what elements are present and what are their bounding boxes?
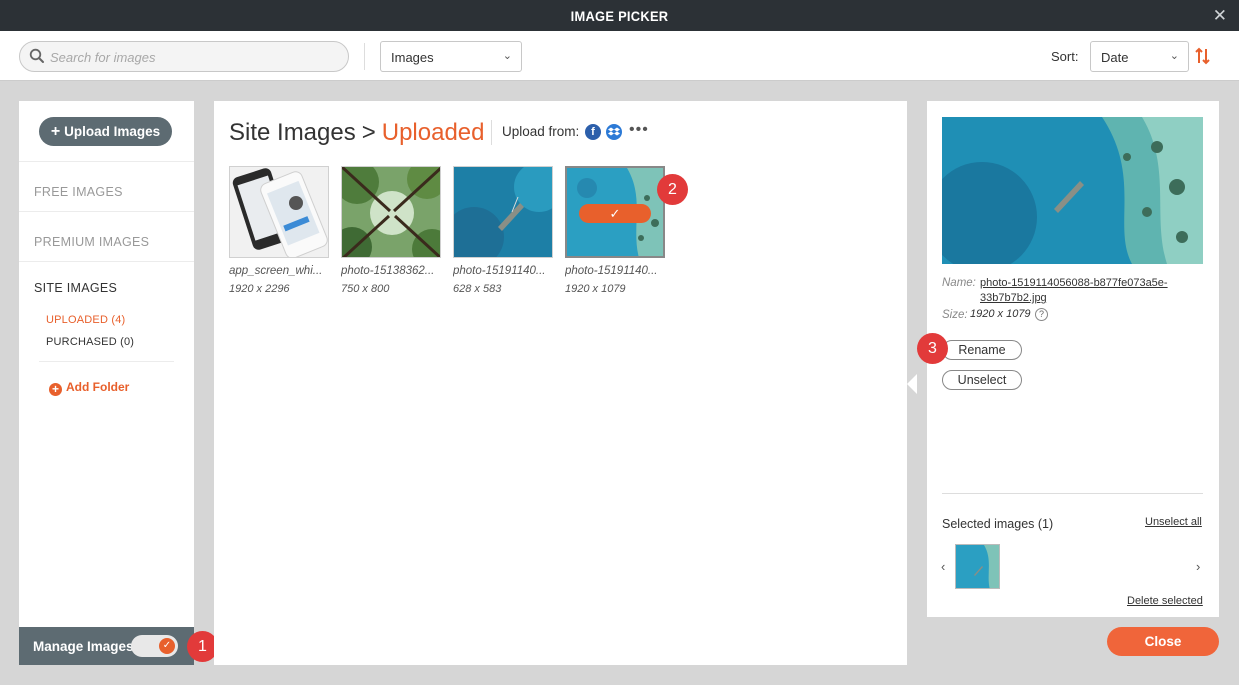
image-name: app_screen_whi... <box>229 265 323 277</box>
close-icon[interactable]: ✕ <box>1213 6 1227 26</box>
image-filename-line-2[interactable]: 33b7b7b2.jpg <box>980 291 1047 306</box>
divider <box>942 493 1203 494</box>
app-screen-image <box>230 167 328 257</box>
category-site-images[interactable]: SITE IMAGES <box>34 281 117 295</box>
folder-sidebar: + Upload Images FREE IMAGES PREMIUM IMAGE… <box>19 101 194 665</box>
chevron-right-icon[interactable]: › <box>1196 559 1200 574</box>
close-button[interactable]: Close <box>1107 627 1219 656</box>
help-icon[interactable]: ? <box>1035 308 1048 321</box>
breadcrumb: Site Images > Uploaded <box>229 119 485 147</box>
unselect-button[interactable]: Unselect <box>942 370 1022 390</box>
check-icon: ✓ <box>159 638 175 654</box>
selected-images-title: Selected images (1) <box>942 517 1054 531</box>
step-badge: 3 <box>917 333 948 364</box>
image-thumbnail-selected[interactable]: ✓ <box>565 166 665 258</box>
category-premium-images[interactable]: PREMIUM IMAGES <box>34 235 149 249</box>
search-icon <box>29 48 44 63</box>
image-thumbnail[interactable] <box>229 166 329 258</box>
image-filename-line-1[interactable]: photo-1519114056088-b877fe073a5e- <box>980 276 1168 291</box>
size-key: Size: <box>942 309 968 321</box>
image-dimensions: 1920 x 1079 <box>565 283 626 295</box>
image-type-value: Images <box>391 50 434 65</box>
image-dimensions: 1920 x 2296 <box>229 283 290 295</box>
image-dimensions: 750 x 800 <box>341 283 390 295</box>
breadcrumb-separator: > <box>361 119 376 146</box>
image-thumbnail[interactable] <box>453 166 553 258</box>
image-name: photo-15191140... <box>565 265 658 277</box>
aerial-reef-preview <box>942 117 1203 264</box>
window-title: IMAGE PICKER <box>570 8 669 24</box>
image-thumbnail[interactable] <box>341 166 441 258</box>
chevron-left-icon[interactable]: ‹ <box>941 559 945 574</box>
upload-images-button[interactable]: + Upload Images <box>39 117 172 146</box>
toolbar: Images ⌄ Sort: Date ⌄ <box>0 31 1239 81</box>
more-options-icon[interactable]: ••• <box>629 121 649 139</box>
dropbox-glyph <box>608 127 620 136</box>
folder-purchased[interactable]: PURCHASED (0) <box>46 336 134 348</box>
selected-check-icon: ✓ <box>579 204 651 223</box>
image-preview <box>942 117 1203 264</box>
image-size: 1920 x 1079 <box>970 308 1031 320</box>
divider <box>491 120 492 145</box>
unselect-all-link[interactable]: Unselect all <box>1145 516 1202 528</box>
selected-image-thumbnail[interactable] <box>955 544 1000 589</box>
breadcrumb-parent[interactable]: Site Images <box>229 119 356 146</box>
sort-select[interactable]: Date ⌄ <box>1090 41 1189 72</box>
chevron-down-icon: ⌄ <box>502 50 512 62</box>
divider <box>39 361 174 362</box>
sort-value: Date <box>1101 50 1129 65</box>
forest-canopy-image <box>342 167 440 257</box>
manage-images-bar: Manage Images ✓ <box>19 627 194 665</box>
search-input[interactable] <box>50 48 340 66</box>
image-type-select[interactable]: Images ⌄ <box>380 41 522 72</box>
plus-circle-icon: + <box>49 383 62 396</box>
plus-icon: + <box>50 123 61 140</box>
add-folder-label: Add Folder <box>66 380 130 394</box>
breadcrumb-current: Uploaded <box>381 119 485 146</box>
shipwreck-image <box>454 167 552 257</box>
aerial-reef-mini <box>956 545 999 588</box>
divider <box>19 161 194 162</box>
image-library-panel: Site Images > Uploaded Upload from: f ••• … <box>214 101 907 665</box>
upload-from-label: Upload from: <box>502 124 580 139</box>
step-badge: 2 <box>657 174 688 205</box>
sort-direction-icon[interactable] <box>1194 46 1212 66</box>
name-key: Name: <box>942 277 976 289</box>
image-name: photo-15191140... <box>453 265 546 277</box>
facebook-icon[interactable]: f <box>585 124 601 140</box>
title-bar: IMAGE PICKER ✕ <box>0 0 1239 31</box>
image-details-panel: Name: photo-1519114056088-b877fe073a5e- … <box>927 101 1219 617</box>
category-free-images[interactable]: FREE IMAGES <box>34 185 123 199</box>
sort-label: Sort: <box>1051 49 1079 64</box>
folder-uploaded[interactable]: UPLOADED (4) <box>46 314 125 326</box>
manage-images-toggle[interactable]: ✓ <box>131 635 178 657</box>
upload-images-label: Upload Images <box>64 124 161 139</box>
rename-button[interactable]: Rename <box>942 340 1022 360</box>
add-folder-button[interactable]: + Add Folder <box>49 380 129 396</box>
divider <box>19 261 194 262</box>
manage-images-label: Manage Images <box>33 639 134 654</box>
image-dimensions: 628 x 583 <box>453 283 502 295</box>
panel-pointer <box>907 374 917 394</box>
divider <box>19 211 194 212</box>
toolbar-divider <box>364 43 365 70</box>
chevron-down-icon: ⌄ <box>1169 50 1179 62</box>
search-box[interactable] <box>19 41 349 72</box>
dropbox-icon[interactable] <box>606 124 622 140</box>
image-name: photo-15138362... <box>341 265 435 277</box>
delete-selected-link[interactable]: Delete selected <box>1127 595 1203 607</box>
